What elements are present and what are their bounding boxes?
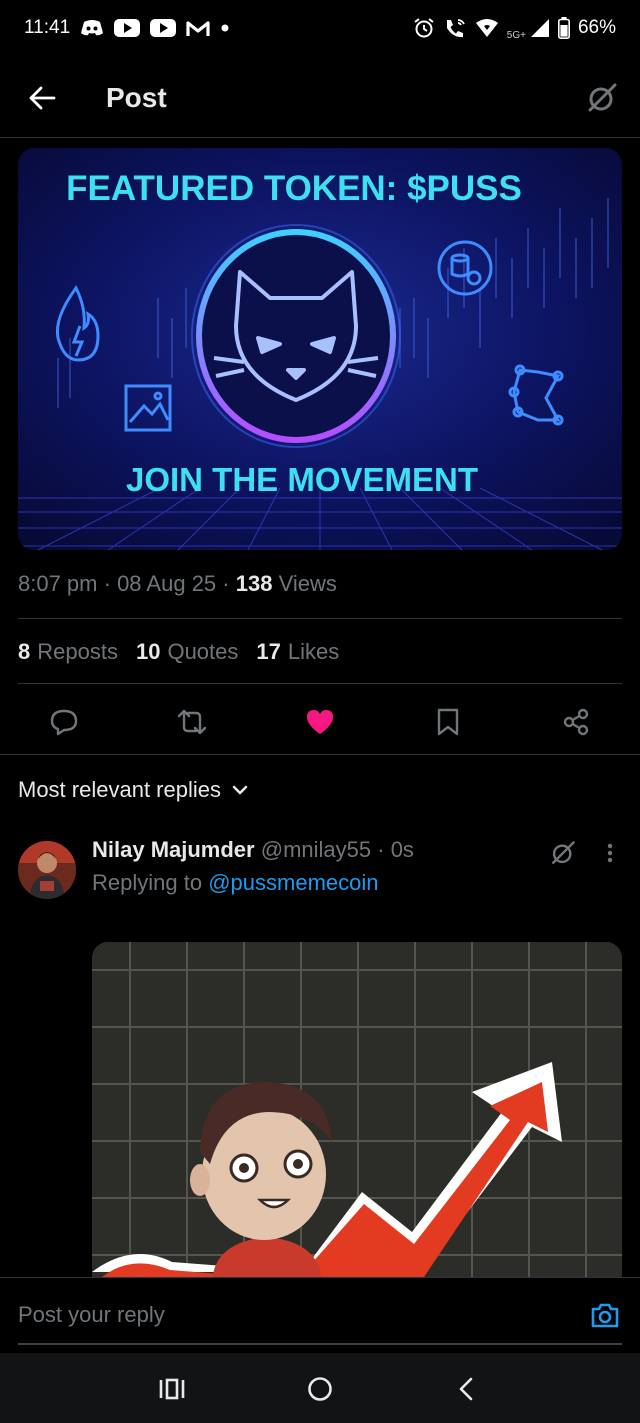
battery-icon — [557, 17, 570, 39]
repost-icon — [177, 709, 207, 735]
reply-grok-button[interactable] — [546, 836, 580, 870]
camera-icon — [591, 1303, 619, 1328]
reply-time: 0s — [390, 837, 414, 862]
reply-author-name[interactable]: Nilay Majumder — [92, 837, 255, 862]
likes-stat[interactable]: 17 Likes — [256, 639, 339, 665]
reply-more-button[interactable] — [596, 836, 624, 870]
post-time: 8:07 pm — [18, 571, 98, 596]
reply-input[interactable]: Post your reply — [18, 1302, 165, 1328]
replying-prefix: Replying to — [92, 870, 203, 895]
likes-label: Likes — [287, 639, 340, 664]
reply-image[interactable] — [92, 942, 622, 1282]
reposts-count: 8 — [18, 639, 31, 664]
reply-header: Nilay Majumder @mnilay55 · 0s — [92, 837, 414, 862]
quotes-stat[interactable]: 10 Quotes — [136, 639, 238, 665]
recent-apps-icon — [159, 1378, 185, 1400]
grok-button[interactable] — [582, 78, 622, 118]
camera-button[interactable] — [588, 1298, 622, 1332]
reply-button[interactable] — [44, 702, 84, 742]
reposts-stat[interactable]: 8 Reposts — [18, 639, 118, 665]
divider — [18, 683, 622, 684]
post-date: 08 Aug 25 — [117, 571, 217, 596]
youtube-icon — [114, 19, 141, 37]
bookmark-icon — [437, 708, 459, 736]
recent-apps-button[interactable] — [152, 1371, 192, 1407]
post-meta: 8:07 pm · 08 Aug 25 · 138 Views — [18, 571, 337, 596]
chevron-left-icon — [459, 1377, 473, 1401]
status-time: 11:41 — [24, 17, 71, 38]
status-bar: 11:41 5G+ 66% — [0, 0, 640, 56]
chevron-down-icon — [232, 785, 248, 795]
wifi-icon — [475, 18, 499, 38]
grok-icon — [552, 841, 575, 864]
repost-button[interactable] — [172, 702, 212, 742]
views-count: 138 — [235, 571, 273, 596]
top-app-bar: Post — [0, 56, 640, 138]
wifi-calling-icon — [443, 17, 467, 39]
post-image[interactable]: FEATURED TOKEN: $PUSS JOIN THE MOVEMENT — [18, 148, 622, 550]
dot-icon — [220, 23, 230, 33]
page-title: Post — [106, 82, 167, 113]
system-nav-bar — [0, 1353, 640, 1423]
arrow-left-icon — [29, 86, 56, 110]
gmail-icon — [186, 19, 210, 37]
views-label: Views — [278, 571, 337, 596]
like-button[interactable] — [300, 702, 340, 742]
grok-icon — [588, 83, 617, 112]
reply-author-handle[interactable]: @mnilay55 — [261, 837, 371, 862]
replying-to-link[interactable]: @pussmemecoin — [208, 870, 378, 895]
share-icon — [563, 708, 589, 736]
share-button[interactable] — [556, 702, 596, 742]
image-headline: FEATURED TOKEN: $PUSS — [66, 169, 522, 208]
bookmark-button[interactable] — [428, 702, 468, 742]
replies-sort-dropdown[interactable]: Most relevant replies — [18, 777, 249, 803]
post-action-bar — [0, 692, 640, 748]
reposts-label: Reposts — [37, 639, 118, 664]
quotes-count: 10 — [135, 639, 161, 664]
more-vertical-icon — [607, 843, 613, 863]
discord-icon — [80, 19, 104, 37]
avatar[interactable] — [18, 841, 76, 899]
reply-icon — [50, 709, 78, 736]
system-back-button[interactable] — [446, 1371, 486, 1407]
reply-composer: Post your reply — [0, 1277, 640, 1353]
network-type: 5G+ — [506, 29, 526, 41]
post-stats: 8 Reposts 10 Quotes 17 Likes — [18, 639, 339, 665]
signal-icon — [530, 18, 550, 38]
back-button[interactable] — [24, 80, 60, 116]
home-button[interactable] — [300, 1371, 340, 1407]
youtube-icon — [150, 19, 177, 37]
replies-sort-label: Most relevant replies — [18, 777, 221, 802]
replying-to-line: Replying to @pussmemecoin — [92, 870, 379, 896]
battery-percent: 66% — [577, 17, 616, 38]
divider — [18, 618, 622, 619]
heart-filled-icon — [307, 710, 333, 734]
divider — [0, 754, 640, 755]
reply-input-underline — [18, 1343, 622, 1345]
likes-count: 17 — [256, 639, 281, 664]
alarm-icon — [413, 17, 435, 39]
quotes-label: Quotes — [167, 639, 239, 664]
image-tagline: JOIN THE MOVEMENT — [126, 461, 478, 498]
home-circle-icon — [308, 1377, 332, 1401]
